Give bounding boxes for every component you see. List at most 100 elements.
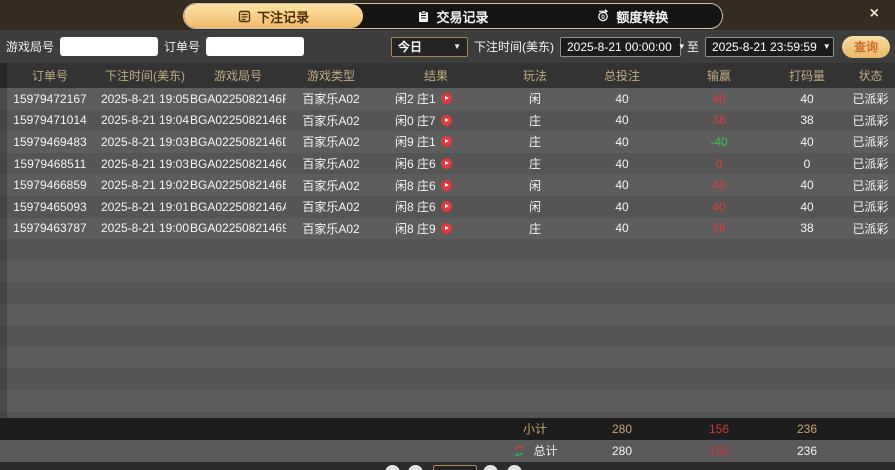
play-icon[interactable] [440,179,452,191]
status-badge: 已派彩 [852,135,889,150]
game-type-cell: 百家乐A02 [302,200,360,215]
empty-rows-area [0,239,895,418]
tab-label: 额度转换 [616,9,669,25]
win-loss-cell: 40 [712,91,726,106]
result-cell: 闲0 庄7 [376,112,496,129]
play-type-cell: 闲 [528,92,541,107]
order-no-cell: 15979469483 [13,134,87,149]
order-no-cell: 15979468511 [13,156,87,171]
ledger-icon [238,10,251,22]
table-row: 15979463787 2025-8-21 19:00 BGA022508214… [0,217,895,240]
top-bar: 下注记录 交易记录 0 额度转换 × [0,0,895,30]
to-label: 至 [686,40,699,54]
game-type-cell: 百家乐A02 [302,92,360,107]
play-type-cell: 闲 [528,178,541,193]
result-cell: 闲2 庄1 [376,90,496,107]
close-icon[interactable]: × [870,6,879,22]
column-header: 游戏局号 [213,69,262,83]
betting-records-window: 下注记录 交易记录 0 额度转换 × 游戏局号 订单号 今日 ▼ 下注时间(美东… [0,0,895,470]
game-round-label: 游戏局号 [6,40,55,54]
tab-betting-records[interactable]: 下注记录 [184,4,364,28]
table-row: 15979471014 2025-8-21 19:04 BGA022508214… [0,109,895,132]
win-loss-cell: 38 [712,113,726,128]
order-no-cell: 15979471014 [13,113,87,128]
game-round-cell: BGA0225082146B [190,178,286,193]
play-type-cell: 闲 [528,200,541,215]
time-from-picker[interactable]: 2025-8-21 00:00:00 ▼ [559,36,686,57]
play-type-cell: 庄 [528,113,541,128]
result-cell: 闲9 庄1 [376,133,496,150]
table-row: 15979466859 2025-8-21 19:02 BGA022508214… [0,174,895,196]
bet-time-cell: 2025-8-21 19:03 [100,134,190,149]
play-icon[interactable] [440,158,452,170]
total-bet-cell: 40 [615,91,629,106]
pagination-bar [0,461,895,470]
game-round-cell: BGA0225082146F [190,91,286,106]
bet-time-label: 下注时间(美东) [473,40,554,54]
total-bet-cell: 40 [615,199,629,214]
bet-time-cell: 2025-8-21 19:04 [100,113,190,128]
bet-time-cell: 2025-8-21 19:02 [100,178,190,193]
table-row: 15979469483 2025-8-21 19:03 BGA022508214… [0,131,895,153]
status-badge: 已派彩 [852,113,889,128]
win-loss-cell: 40 [712,199,726,214]
total-bet: 280 [611,443,633,458]
pagination-prev-button[interactable] [408,464,423,470]
refresh-icon[interactable] [512,444,526,458]
game-round-cell: BGA02250821469 [190,221,286,236]
total-win: 156 [708,443,730,458]
pagination-page-input[interactable] [433,464,477,470]
clipboard-icon [419,9,429,22]
win-loss-cell: 40 [712,178,726,193]
pagination-first-button[interactable] [385,464,400,470]
order-no-cell: 15979463787 [13,221,87,236]
chevron-down-icon: ▼ [453,42,461,51]
win-loss-cell: -40 [710,134,728,149]
turnover-cell: 38 [800,221,814,236]
game-round-input[interactable] [60,37,159,56]
play-icon[interactable] [440,136,452,148]
order-no-input[interactable] [206,37,305,56]
turnover-cell: 40 [800,134,814,149]
order-no-cell: 15979472167 [13,91,87,106]
play-icon[interactable] [440,93,452,105]
search-button[interactable]: 查询 [842,35,890,58]
coin-arrows-icon: 0 [598,9,609,22]
chevron-down-icon: ▼ [677,42,686,51]
date-range-select[interactable]: 今日 ▼ [390,36,468,57]
column-header: 打码量 [788,69,825,83]
subtotal-bet: 280 [611,421,633,436]
result-text: 闲8 庄6 [395,178,436,193]
result-cell: 闲8 庄9 [376,220,496,237]
status-badge: 已派彩 [852,157,889,172]
subtotal-turnover: 236 [796,421,818,436]
tab-transaction-records[interactable]: 交易记录 [363,4,542,28]
game-round-cell: BGA0225082146A [190,199,286,214]
play-icon[interactable] [440,201,452,213]
result-cell: 闲8 庄6 [376,198,496,215]
pagination-next-button[interactable] [483,464,498,470]
result-cell: 闲6 庄6 [376,155,496,172]
pagination-last-button[interactable] [507,464,522,470]
game-type-cell: 百家乐A02 [302,113,360,128]
bet-time-cell: 2025-8-21 19:05 [100,91,190,106]
svg-text:0: 0 [602,14,606,21]
tab-credit-exchange[interactable]: 0 额度转换 [543,4,722,28]
play-icon[interactable] [440,222,452,234]
tab-label: 交易记录 [436,9,489,25]
table-header: 订单号 下注时间(美东) 游戏局号 游戏类型 结果 玩法 总投注 输赢 打码量 … [0,63,895,88]
tab-bar: 下注记录 交易记录 0 额度转换 [183,3,723,29]
turnover-cell: 0 [803,156,811,171]
subtotal-row: 小计 280 156 236 [0,417,895,440]
filter-bar: 游戏局号 订单号 今日 ▼ 下注时间(美东) 2025-8-21 00:00:0… [0,30,895,63]
total-bet-cell: 40 [615,134,629,149]
win-loss-cell: 0 [715,156,723,171]
table-body: 15979472167 2025-8-21 19:05 BGA022508214… [0,88,895,240]
time-from-value: 2025-8-21 00:00:00 [566,39,672,54]
table-row: 15979472167 2025-8-21 19:05 BGA022508214… [0,88,895,110]
play-icon[interactable] [440,114,452,126]
column-header: 订单号 [31,69,68,83]
total-bet-cell: 40 [615,113,629,128]
total-label: 总计 [533,444,558,459]
time-to-picker[interactable]: 2025-8-21 23:59:59 ▼ [705,36,834,57]
